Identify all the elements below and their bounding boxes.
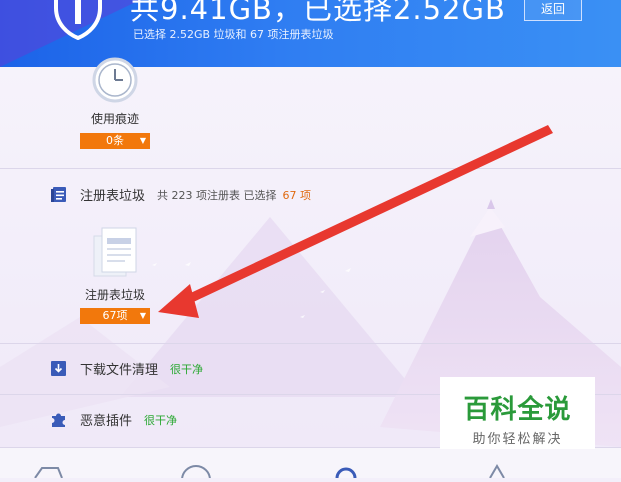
download-section-header[interactable]: 下载文件清理 很干净 <box>50 359 203 378</box>
registry-card-count: 67项 <box>102 309 128 322</box>
plugins-status: 很干净 <box>144 413 178 427</box>
back-button[interactable]: 返回 <box>524 0 582 21</box>
registry-card-label: 注册表垃圾 <box>84 288 145 302</box>
usage-traces-dropdown[interactable]: 0条 ▼ <box>80 133 150 149</box>
clock-icon <box>92 57 138 103</box>
shield-icon <box>54 0 102 40</box>
watermark-badge: 百科全说 助你轻松解决 <box>440 377 595 449</box>
registry-info: 共 223 项注册表 已选择 <box>157 188 277 202</box>
document-icon <box>93 227 137 277</box>
usage-traces-label: 使用痕迹 <box>90 112 139 126</box>
registry-selected-count: 67 项 <box>282 188 312 202</box>
usage-traces-count: 0条 <box>106 134 124 147</box>
partial-item-icon <box>34 464 505 482</box>
total-size-title: 共9.41GB，已选择2.52GB <box>130 0 506 26</box>
registry-title: 注册表垃圾 <box>80 189 146 204</box>
registry-dropdown[interactable]: 67项 ▼ <box>80 308 150 324</box>
registry-card[interactable]: 注册表垃圾 67项 ▼ <box>80 226 150 324</box>
watermark-sub: 助你轻松解决 <box>472 432 563 447</box>
chevron-down-icon: ▼ <box>139 136 146 145</box>
download-status: 很干净 <box>170 362 204 376</box>
registry-list-icon <box>51 187 66 202</box>
watermark-main: 百科全说 <box>463 395 572 425</box>
section-divider <box>0 168 621 169</box>
usage-traces-card[interactable]: 使用痕迹 0条 ▼ <box>80 55 150 149</box>
selection-summary: 已选择 2.52GB 垃圾和 67 项注册表垃圾 <box>133 28 334 41</box>
bottom-items-strip <box>0 447 621 482</box>
puzzle-icon <box>52 413 65 427</box>
plugins-section-header[interactable]: 恶意插件 很干净 <box>50 410 177 429</box>
registry-section-header: 注册表垃圾 共 223 项注册表 已选择 67 项 <box>50 185 311 204</box>
download-title: 下载文件清理 <box>80 363 159 378</box>
download-file-icon <box>51 361 66 376</box>
chevron-down-icon: ▼ <box>139 311 146 320</box>
section-divider <box>0 343 621 344</box>
plugins-title: 恶意插件 <box>80 414 133 429</box>
